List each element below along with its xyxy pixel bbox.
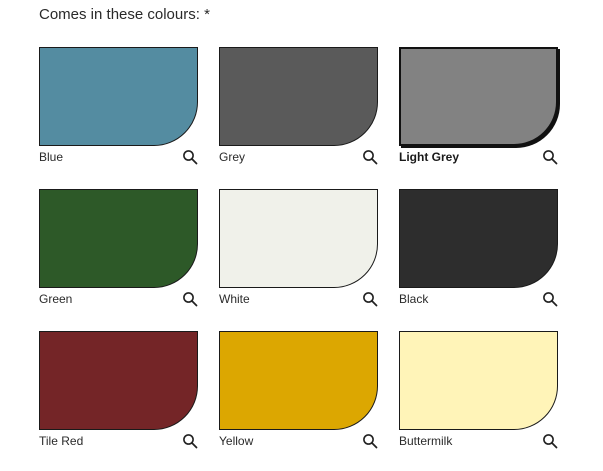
swatch-tile-red[interactable]: [39, 331, 198, 430]
colour-option-black: Black: [399, 189, 558, 312]
magnifier-icon[interactable]: [542, 149, 558, 165]
colour-option-blue: Blue: [39, 47, 198, 170]
magnifier-icon[interactable]: [362, 291, 378, 307]
colour-label-light-grey: Light Grey: [399, 150, 460, 164]
magnifier-icon[interactable]: [182, 433, 198, 449]
swatch-light-grey[interactable]: [399, 47, 558, 146]
swatch-buttermilk[interactable]: [399, 331, 558, 430]
colour-option-green: Green: [39, 189, 198, 312]
colour-option-tile-red: Tile Red: [39, 331, 198, 454]
colour-label-blue: Blue: [39, 150, 64, 164]
magnifier-icon[interactable]: [362, 433, 378, 449]
swatch-grey[interactable]: [219, 47, 378, 146]
colour-label-tile-red: Tile Red: [39, 434, 84, 448]
colour-label-green: Green: [39, 292, 73, 306]
swatch-black[interactable]: [399, 189, 558, 288]
colour-label-buttermilk: Buttermilk: [399, 434, 453, 448]
colour-option-grey: Grey: [219, 47, 378, 170]
swatch-blue[interactable]: [39, 47, 198, 146]
colour-option-light-grey: Light Grey: [399, 47, 558, 170]
swatch-yellow[interactable]: [219, 331, 378, 430]
magnifier-icon[interactable]: [182, 291, 198, 307]
colour-label-grey: Grey: [219, 150, 246, 164]
colour-label-yellow: Yellow: [219, 434, 254, 448]
swatch-white[interactable]: [219, 189, 378, 288]
magnifier-icon[interactable]: [362, 149, 378, 165]
colour-label-white: White: [219, 292, 250, 306]
colour-label-black: Black: [399, 292, 429, 306]
magnifier-icon[interactable]: [542, 433, 558, 449]
colour-option-white: White: [219, 189, 378, 312]
swatch-green[interactable]: [39, 189, 198, 288]
magnifier-icon[interactable]: [182, 149, 198, 165]
colours-heading: Comes in these colours: *: [39, 6, 210, 23]
colour-option-buttermilk: Buttermilk: [399, 331, 558, 454]
magnifier-icon[interactable]: [542, 291, 558, 307]
colour-option-yellow: Yellow: [219, 331, 378, 454]
